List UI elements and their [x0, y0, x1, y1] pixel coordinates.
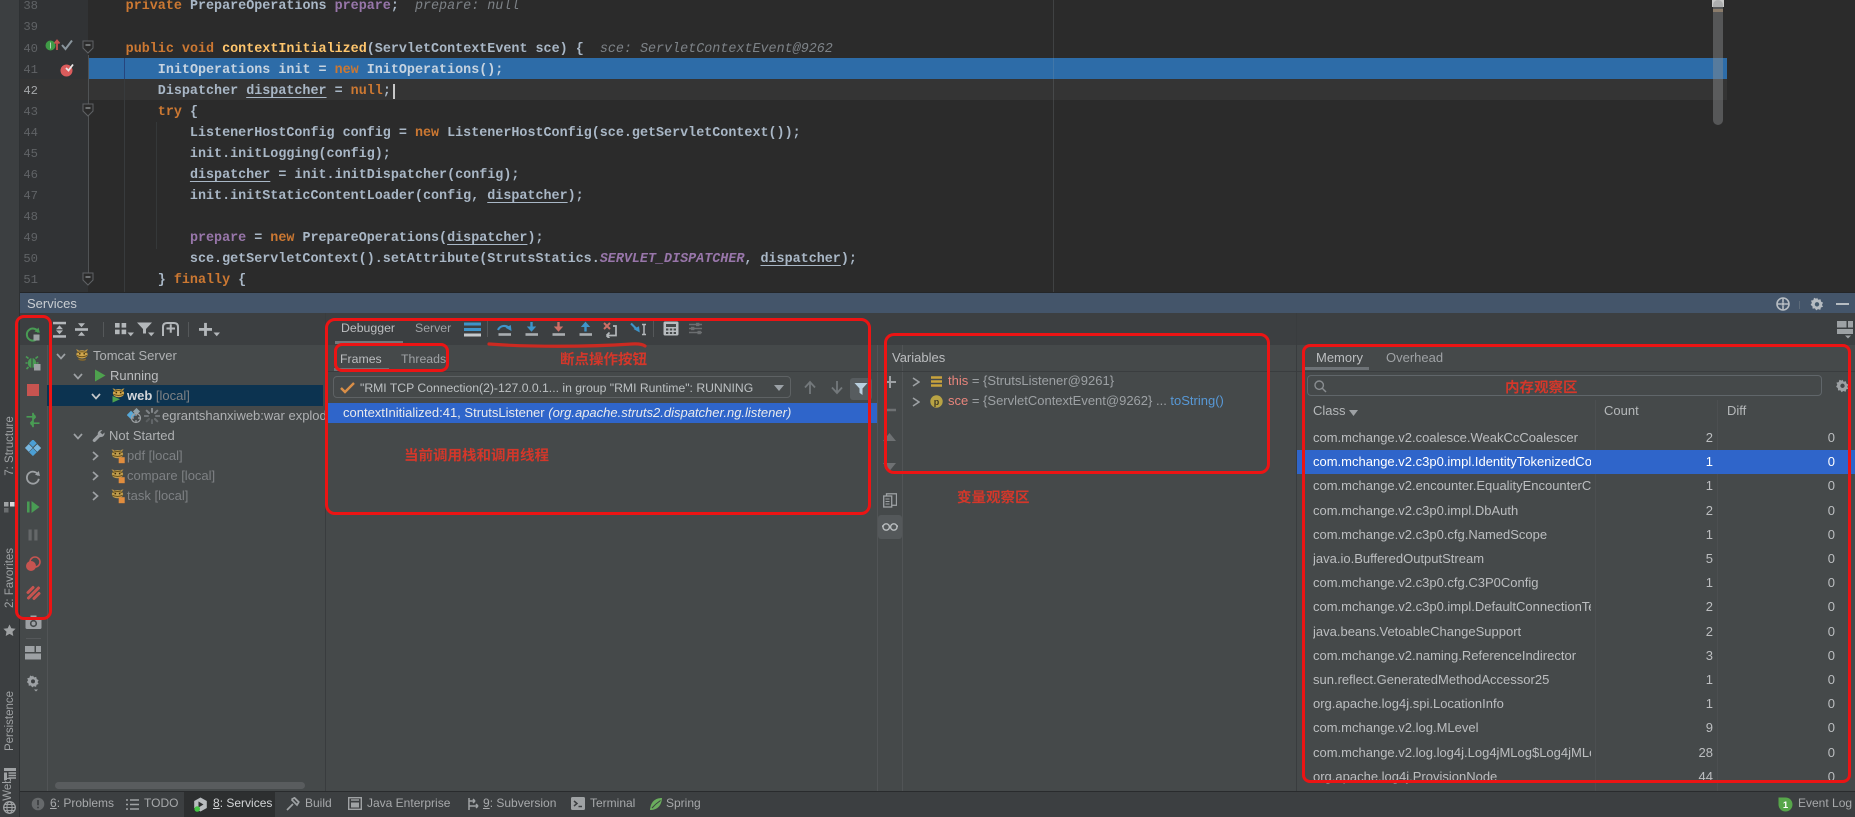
svg-text:1: 1 — [1783, 800, 1789, 811]
svg-text:I: I — [49, 42, 51, 51]
